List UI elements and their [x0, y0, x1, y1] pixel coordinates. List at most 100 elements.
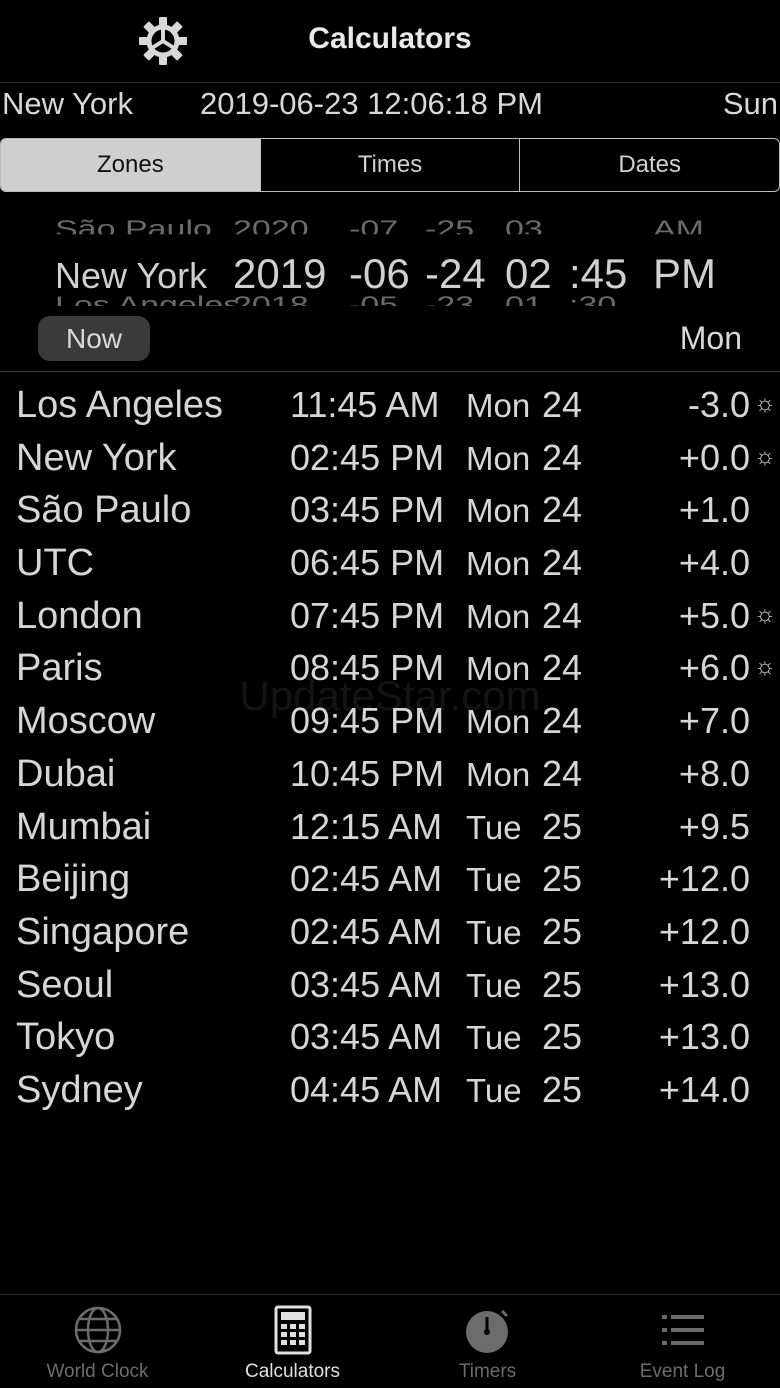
zone-date: 25	[542, 963, 583, 1005]
picker-month[interactable]: -06	[349, 250, 425, 298]
zone-time: 09:45 PM	[290, 700, 445, 742]
zone-time: 02:45 AM	[290, 858, 443, 900]
zone-weekday: Mon	[466, 703, 531, 741]
zone-row[interactable]: Beijing 02:45 AM Tue 25 +12.0	[0, 852, 780, 905]
mode-segmented-control: Zones Times Dates	[0, 138, 780, 192]
tab-dates[interactable]: Dates	[519, 139, 779, 191]
dst-sun-icon: ☼	[754, 442, 776, 470]
picker-below-city: Los Angeles	[55, 292, 241, 306]
tabbar-event-log[interactable]: Event Log	[585, 1295, 780, 1388]
zone-offset: +12.0	[658, 858, 750, 900]
zone-row[interactable]: Dubai 10:45 PM Mon 24 +8.0	[0, 747, 780, 800]
zone-offset: -3.0	[687, 384, 750, 425]
zone-offset: +0.0	[678, 436, 750, 478]
zone-offset: +1.0	[678, 489, 750, 531]
dst-sun-icon: ☼	[754, 653, 776, 681]
zone-weekday: Mon	[466, 597, 531, 635]
zone-row[interactable]: Singapore 02:45 AM Tue 25 +12.0	[0, 905, 780, 958]
zone-date: 25	[542, 858, 583, 900]
zone-offset: +13.0	[658, 963, 750, 1005]
zone-row[interactable]: Moscow 09:45 PM Mon 24 +7.0	[0, 694, 780, 747]
zone-weekday: Mon	[466, 650, 531, 688]
zone-row[interactable]: São Paulo 03:45 PM Mon 24 +1.0	[0, 483, 780, 536]
now-button[interactable]: Now	[38, 316, 150, 361]
datetime-picker[interactable]: São Paulo 2020 -07 -25 03 AM New York 2019 -06-…	[0, 212, 780, 317]
zone-time: 03:45 AM	[290, 1016, 443, 1058]
zone-time: 03:45 AM	[290, 963, 443, 1005]
picker-above-hour: 03	[505, 216, 543, 235]
tabbar-label: Event Log	[639, 1361, 726, 1382]
zone-weekday: Tue	[466, 1019, 522, 1057]
zone-row[interactable]: Tokyo 03:45 AM Tue 25 +13.0	[0, 1010, 780, 1063]
zone-time: 07:45 PM	[290, 594, 445, 636]
zone-weekday: Mon	[466, 492, 531, 530]
zone-weekday: Tue	[466, 913, 522, 951]
zone-city: Paris	[16, 647, 103, 690]
zone-row[interactable]: Los Angeles 11:45 AM Mon 24 -3.0 ☼	[0, 378, 780, 431]
picker-year[interactable]: 2019	[233, 250, 349, 298]
tabbar-world-clock[interactable]: World Clock	[0, 1295, 195, 1388]
zone-city: Beijing	[16, 858, 131, 901]
tab-zones[interactable]: Zones	[1, 139, 260, 191]
zone-time: 08:45 PM	[290, 647, 445, 689]
zone-time: 12:15 AM	[290, 805, 443, 847]
zone-city: Los Angeles	[16, 384, 224, 426]
zone-city: UTC	[16, 542, 95, 585]
zone-weekday: Tue	[466, 1071, 522, 1109]
tab-times[interactable]: Times	[259, 139, 520, 191]
stopwatch-icon	[465, 1309, 508, 1353]
zone-offset: +5.0	[678, 594, 750, 636]
tabbar-timers[interactable]: Timers	[390, 1295, 585, 1388]
zone-date: 25	[542, 805, 583, 847]
zone-offset: +4.0	[678, 542, 750, 584]
current-datetime: 2019-06-23 12:06:18 PM	[200, 86, 543, 121]
zone-date: 24	[542, 752, 583, 794]
zone-row[interactable]: Paris 08:45 PM Mon 24 +6.0 ☼	[0, 641, 780, 694]
zones-list: Los Angeles 11:45 AM Mon 24 -3.0 ☼ New York 02:…	[0, 378, 780, 1116]
zone-weekday: Tue	[466, 966, 522, 1004]
zone-city: Seoul	[16, 963, 114, 1006]
zone-row[interactable]: London 07:45 PM Mon 24 +5.0 ☼	[0, 589, 780, 642]
picker-above-ampm: AM	[653, 216, 704, 235]
picker-day[interactable]: -24	[425, 250, 505, 298]
picker-below-hour: 01	[505, 292, 543, 306]
zone-row[interactable]: New York 02:45 PM Mon 24 +0.0 ☼	[0, 431, 780, 484]
zone-date: 25	[542, 1068, 583, 1110]
zone-date: 24	[542, 594, 583, 636]
picker-ampm[interactable]: PM	[653, 250, 733, 298]
zone-weekday: Mon	[466, 755, 531, 793]
picker-city[interactable]: New York	[55, 255, 233, 297]
picker-above-day: -25	[425, 216, 475, 235]
picker-hour[interactable]: 02	[505, 250, 569, 298]
zone-city: São Paulo	[16, 489, 192, 532]
zone-row[interactable]: Sydney 04:45 AM Tue 25 +14.0	[0, 1063, 780, 1116]
picker-above-year: 2020	[233, 216, 309, 235]
picker-row-selected: New York 2019 -06 -24 02:45 PM	[55, 250, 733, 298]
zone-offset: +7.0	[678, 700, 750, 742]
zone-weekday: Mon	[466, 439, 531, 477]
picker-minute[interactable]: :45	[569, 250, 653, 298]
tabbar-label: World Clock	[46, 1361, 149, 1382]
zone-time: 04:45 AM	[290, 1068, 443, 1110]
picker-above-city: São Paulo	[55, 216, 212, 235]
zone-time: 11:45 AM	[290, 384, 440, 425]
zone-weekday: Mon	[466, 387, 531, 424]
tabbar-label: Calculators	[244, 1361, 341, 1382]
zone-row[interactable]: Seoul 03:45 AM Tue 25 +13.0	[0, 958, 780, 1011]
nav-header: Calculators	[0, 0, 780, 83]
dst-sun-icon: ☼	[754, 390, 776, 417]
zone-city: Moscow	[16, 700, 156, 743]
picker-row-above: São Paulo 2020 -07 -25 03 AM	[55, 216, 733, 234]
tabbar-calculators[interactable]: Calculators	[195, 1295, 390, 1388]
globe-icon	[74, 1306, 121, 1354]
zone-row[interactable]: UTC 06:45 PM Mon 24 +4.0	[0, 536, 780, 589]
divider	[0, 371, 780, 372]
zone-row[interactable]: Mumbai 12:15 AM Tue 25 +9.5	[0, 800, 780, 853]
zone-time: 03:45 PM	[290, 489, 445, 531]
zone-date: 24	[542, 436, 583, 478]
zone-date: 24	[542, 489, 583, 531]
zone-city: New York	[16, 436, 177, 479]
picker-below-minute: :30	[569, 292, 617, 306]
picker-below-month: -05	[349, 292, 399, 306]
zone-city: London	[16, 594, 143, 637]
